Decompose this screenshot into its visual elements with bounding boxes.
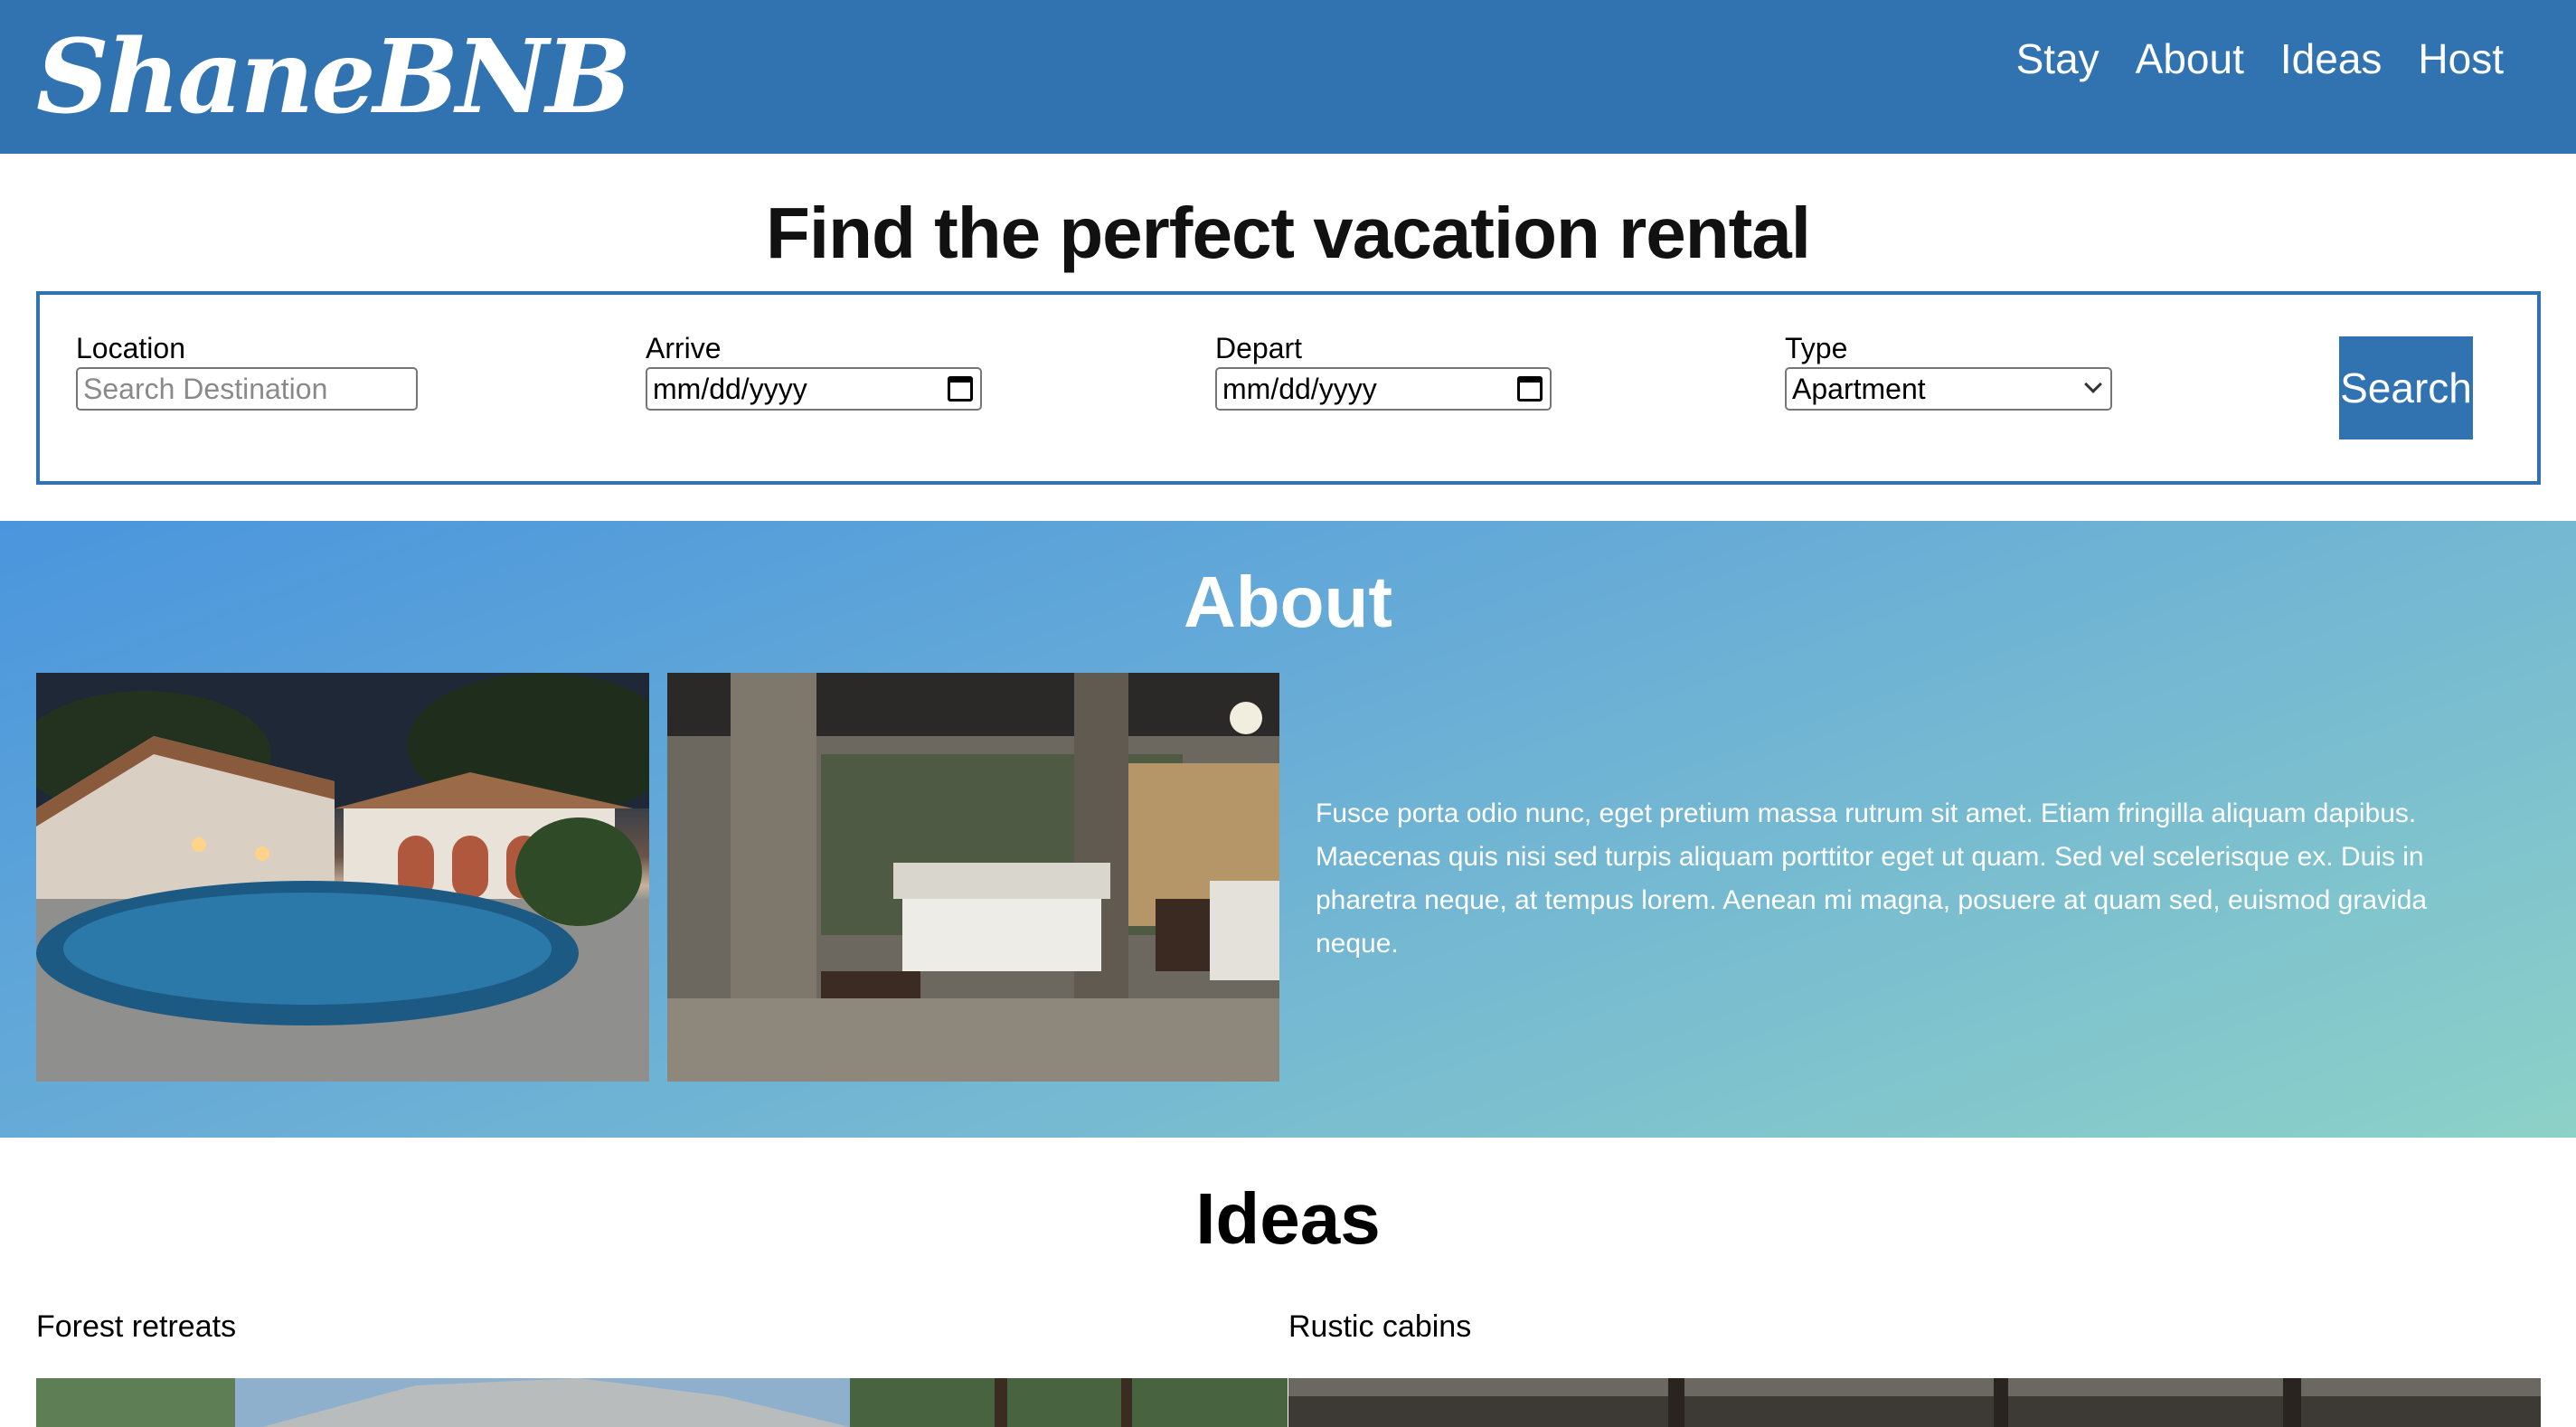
rustic-cabin-photo[interactable] bbox=[1288, 1378, 2541, 1427]
type-field: Type Apartment bbox=[1785, 331, 2112, 411]
chevron-down-icon bbox=[2084, 375, 2102, 393]
type-label: Type bbox=[1785, 332, 1848, 364]
depart-date-value: mm/dd/yyyy bbox=[1222, 373, 1377, 405]
nav-link-host[interactable]: Host bbox=[2418, 27, 2504, 90]
location-input[interactable]: Search Destination bbox=[76, 367, 418, 411]
nav-link-ideas[interactable]: Ideas bbox=[2280, 27, 2383, 90]
villa-pool-photo bbox=[36, 673, 649, 1082]
location-label: Location bbox=[76, 332, 185, 364]
arrive-date-value: mm/dd/yyyy bbox=[653, 373, 807, 405]
arrive-date-input[interactable]: mm/dd/yyyy bbox=[646, 367, 982, 411]
idea-label-forest: Forest retreats bbox=[36, 1309, 237, 1344]
main-nav: Stay About Ideas Host bbox=[2016, 27, 2504, 90]
about-section: About Fusce porta odio nunc, eget pretiu… bbox=[0, 521, 2576, 1138]
about-heading: About bbox=[1183, 562, 1392, 642]
arrive-field: Arrive mm/dd/yyyy bbox=[646, 331, 982, 411]
type-select[interactable]: Apartment bbox=[1785, 367, 2112, 411]
top-navbar: ShaneBNB Stay About Ideas Host bbox=[0, 0, 2576, 154]
about-description: Fusce porta odio nunc, eget pretium mass… bbox=[1316, 799, 2428, 959]
nav-link-stay[interactable]: Stay bbox=[2016, 27, 2099, 90]
nav-link-about[interactable]: About bbox=[2136, 27, 2244, 90]
calendar-icon[interactable] bbox=[948, 376, 973, 402]
forest-retreat-photo[interactable] bbox=[36, 1378, 1288, 1427]
loft-bedroom-photo bbox=[667, 673, 1279, 1082]
idea-label-cabins: Rustic cabins bbox=[1288, 1309, 1472, 1344]
arrive-label: Arrive bbox=[646, 332, 722, 364]
search-button[interactable]: Search bbox=[2339, 336, 2473, 439]
depart-date-input[interactable]: mm/dd/yyyy bbox=[1215, 367, 1552, 411]
location-field: Location Search Destination bbox=[76, 331, 418, 411]
depart-field: Depart mm/dd/yyyy bbox=[1215, 331, 1552, 411]
search-form: Location Search Destination Arrive mm/dd… bbox=[36, 291, 2541, 485]
depart-label: Depart bbox=[1215, 332, 1303, 364]
page-title: Find the perfect vacation rental bbox=[766, 193, 1811, 273]
type-selected-value: Apartment bbox=[1792, 373, 1926, 405]
site-logo[interactable]: ShaneBNB bbox=[36, 24, 631, 132]
ideas-heading: Ideas bbox=[1195, 1178, 1381, 1259]
calendar-icon[interactable] bbox=[1517, 376, 1543, 402]
